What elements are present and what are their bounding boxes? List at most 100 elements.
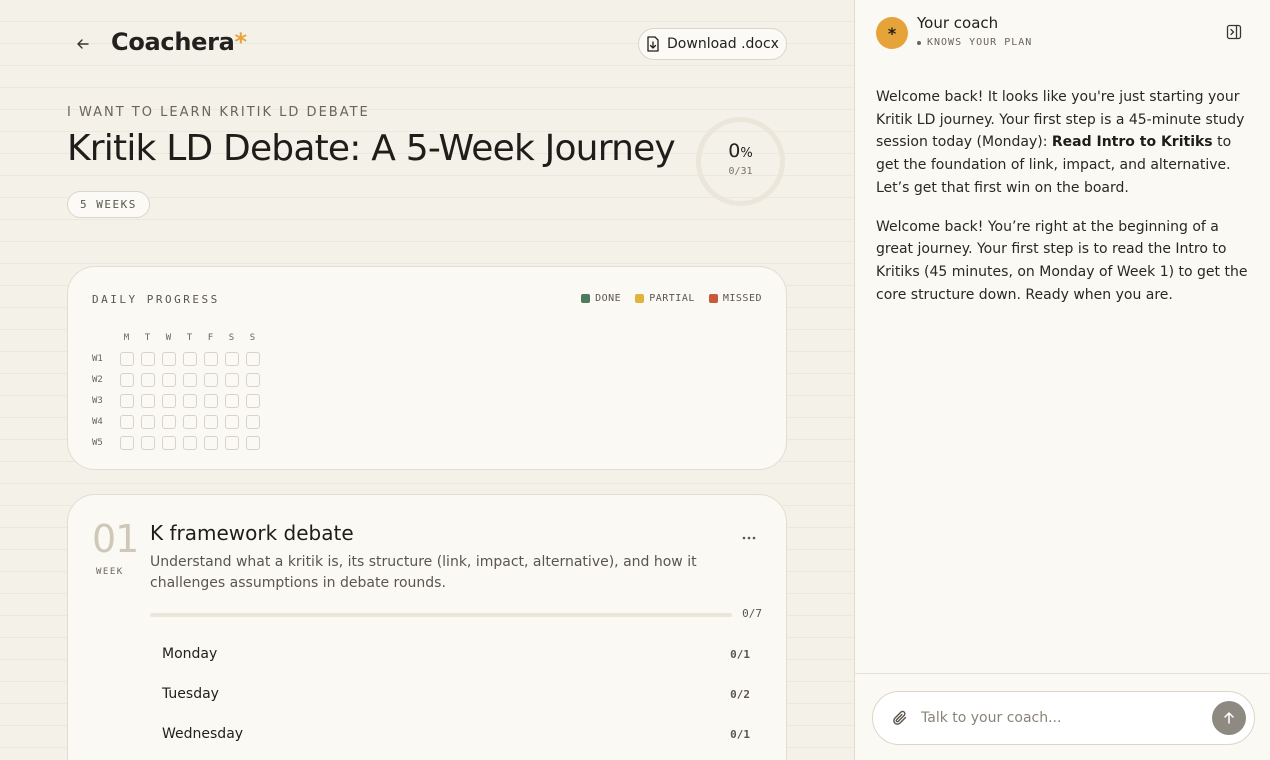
- download-label: Download .docx: [667, 36, 779, 52]
- plan-main-area: Coachera* Download .docx I WANT TO LEARN…: [0, 0, 855, 760]
- week-progress-bar: [150, 613, 732, 617]
- coach-message-input[interactable]: [921, 706, 1201, 730]
- grid-day-label: F: [207, 332, 214, 343]
- grid-day-cell[interactable]: [119, 351, 134, 366]
- grid-header-row: MTWTFSS: [92, 327, 263, 348]
- day-name: Monday: [162, 646, 218, 662]
- grid-day-cell[interactable]: [224, 372, 239, 387]
- grid-day-cell[interactable]: [140, 372, 155, 387]
- grid-day-cell[interactable]: [182, 372, 197, 387]
- brand-star-mark: *: [234, 28, 248, 56]
- grid-day-cell[interactable]: [140, 351, 155, 366]
- grid-day-cell[interactable]: [161, 414, 176, 429]
- day-count: 0/1: [730, 647, 750, 661]
- day-row-wednesday[interactable]: Wednesday 0/1: [150, 717, 762, 751]
- coach-name: Your coach: [917, 14, 999, 32]
- day-name: Tuesday: [162, 686, 219, 702]
- grid-day-cell[interactable]: [245, 414, 260, 429]
- grid-day-label: T: [186, 332, 193, 343]
- grid-week-label: W2: [92, 374, 103, 385]
- grid-day-cell[interactable]: [203, 435, 218, 450]
- grid-day-cell[interactable]: [203, 372, 218, 387]
- grid-day-cell[interactable]: [245, 393, 260, 408]
- grid-week-label: W3: [92, 395, 103, 406]
- grid-week-row: W2: [92, 369, 263, 390]
- send-button[interactable]: [1212, 701, 1246, 735]
- grid-day-cell[interactable]: [203, 414, 218, 429]
- message-text: Welcome back! You’re right at the beginn…: [876, 218, 1248, 303]
- day-name: Wednesday: [162, 726, 244, 742]
- grid-day-cell[interactable]: [182, 393, 197, 408]
- more-options-button[interactable]: [742, 525, 756, 544]
- daily-progress-label: DAILY PROGRESS: [92, 293, 220, 306]
- message-composer: [872, 691, 1255, 745]
- legend-label-done: DONE: [595, 293, 622, 304]
- grid-day-cell[interactable]: [182, 414, 197, 429]
- day-row-monday[interactable]: Monday 0/1: [150, 637, 762, 671]
- download-docx-button[interactable]: Download .docx: [638, 28, 787, 60]
- week-word-label: WEEK: [96, 567, 124, 577]
- grid-week-label: W4: [92, 416, 103, 427]
- day-count: 0/2: [730, 687, 750, 701]
- arrow-up-icon: [1224, 712, 1234, 724]
- message-list: Welcome back! It looks like you're just …: [876, 86, 1254, 322]
- grid-day-cell[interactable]: [224, 435, 239, 450]
- attach-button[interactable]: [891, 709, 909, 727]
- coach-message: Welcome back! It looks like you're just …: [876, 86, 1254, 200]
- grid-day-cell[interactable]: [161, 372, 176, 387]
- collapse-panel-button[interactable]: [1226, 24, 1244, 42]
- grid-day-cell[interactable]: [224, 351, 239, 366]
- file-download-icon: [647, 36, 659, 52]
- grid-day-label: T: [144, 332, 151, 343]
- status-dot: [917, 40, 921, 45]
- grid-day-cell[interactable]: [140, 435, 155, 450]
- day-row-tuesday[interactable]: Tuesday 0/2: [150, 677, 762, 711]
- legend-missed: MISSED: [708, 293, 762, 304]
- grid-day-label: S: [228, 332, 235, 343]
- legend-swatch-partial: [635, 294, 645, 303]
- coach-avatar: *: [876, 17, 908, 49]
- grid-day-label: S: [249, 332, 256, 343]
- grid-day-cell[interactable]: [119, 393, 134, 408]
- coach-message: Welcome back! You’re right at the beginn…: [876, 216, 1254, 307]
- legend-label-missed: MISSED: [722, 293, 762, 304]
- grid-day-cell[interactable]: [161, 351, 176, 366]
- grid-day-cell[interactable]: [203, 351, 218, 366]
- brand-name: Coachera: [111, 28, 235, 56]
- grid-day-cell[interactable]: [161, 393, 176, 408]
- progress-percent-value: 0: [728, 140, 741, 162]
- message-text-bold: Read Intro to Kritiks: [1051, 134, 1213, 151]
- brand-logo[interactable]: Coachera*: [111, 28, 247, 56]
- more-horizontal-icon: [742, 536, 756, 540]
- day-count: 0/1: [730, 727, 750, 741]
- grid-week-row: W4: [92, 411, 263, 432]
- grid-day-cell[interactable]: [119, 372, 134, 387]
- grid-day-cell[interactable]: [245, 351, 260, 366]
- week-progress-count: 0/7: [742, 607, 762, 620]
- grid-day-cell[interactable]: [182, 351, 197, 366]
- grid-day-cell[interactable]: [245, 435, 260, 450]
- sidebar-collapse-icon: [1226, 24, 1242, 40]
- back-button[interactable]: [72, 33, 94, 55]
- arrow-left-icon: [77, 39, 89, 49]
- grid-day-cell[interactable]: [245, 372, 260, 387]
- progress-percent: 0%: [694, 140, 787, 162]
- grid-day-cell[interactable]: [182, 435, 197, 450]
- week-description: Understand what a kritik is, its structu…: [150, 554, 697, 591]
- grid-day-cell[interactable]: [119, 414, 134, 429]
- grid-day-cell[interactable]: [203, 393, 218, 408]
- plan-goal-eyebrow: I WANT TO LEARN KRITIK LD DEBATE: [67, 105, 370, 120]
- coach-status-label: KNOWS YOUR PLAN: [927, 37, 1033, 48]
- grid-day-cell[interactable]: [224, 393, 239, 408]
- grid-day-cell[interactable]: [140, 393, 155, 408]
- percent-sign: %: [740, 146, 753, 161]
- composer-area: [855, 673, 1270, 760]
- grid-day-cell[interactable]: [119, 435, 134, 450]
- grid-day-cell[interactable]: [161, 435, 176, 450]
- grid-day-cell[interactable]: [224, 414, 239, 429]
- grid-day-label: W: [165, 332, 172, 343]
- paperclip-icon: [893, 710, 907, 725]
- daily-progress-card: DAILY PROGRESS DONE PARTIAL MISSED M T W T F…: [67, 266, 787, 470]
- week-card: 01 WEEK K framework debate Understand wh…: [67, 494, 787, 760]
- grid-day-cell[interactable]: [140, 414, 155, 429]
